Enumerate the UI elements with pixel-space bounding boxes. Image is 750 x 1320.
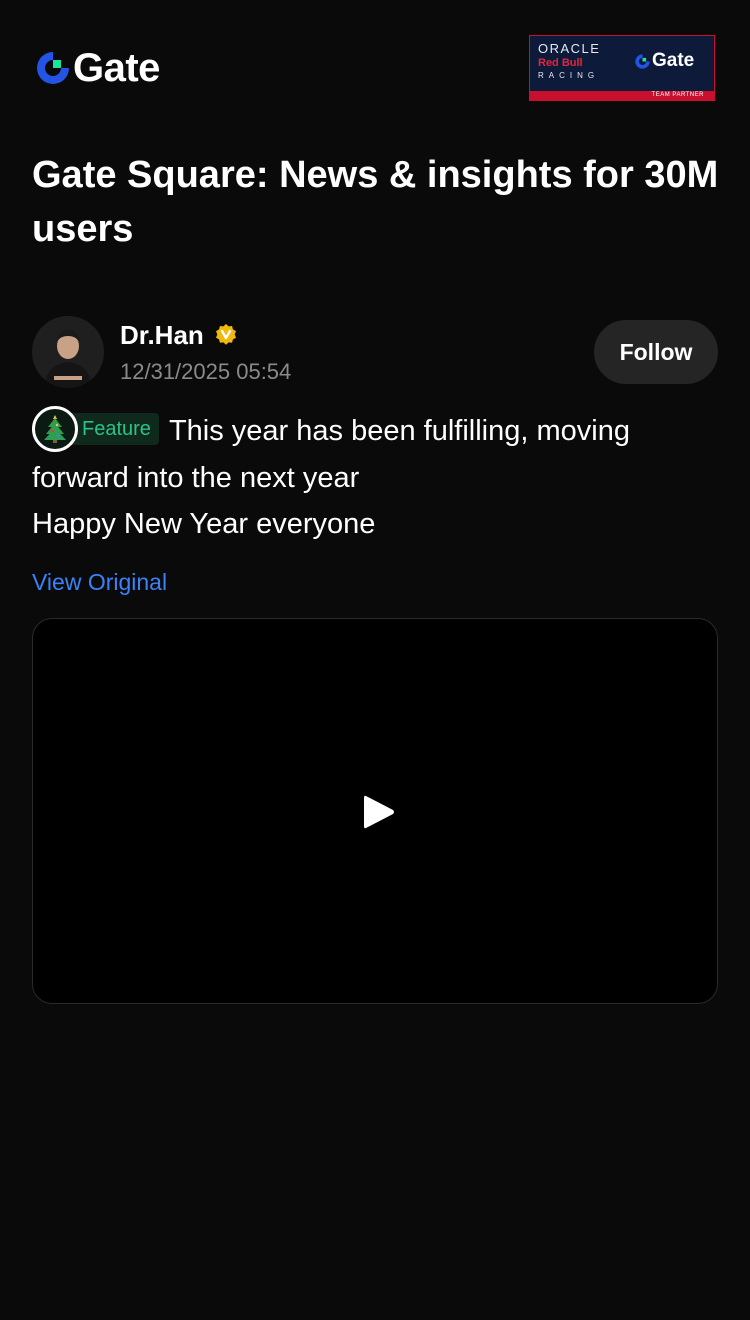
- page: Gate ORACLE Red Bull RACING Gate TEAM PA…: [0, 0, 750, 1320]
- post-body: Feature This year has been fulfilling, m…: [32, 406, 722, 547]
- gate-logo-icon: [635, 53, 650, 69]
- logo-text: Gate: [73, 46, 160, 90]
- header: Gate ORACLE Red Bull RACING Gate TEAM PA…: [0, 0, 750, 135]
- gate-logo-icon: [37, 52, 69, 84]
- post-text-line2: Happy New Year everyone: [32, 508, 376, 541]
- avatar-image: [32, 316, 104, 388]
- partner-banner[interactable]: ORACLE Red Bull RACING Gate TEAM PARTNER: [529, 35, 715, 101]
- play-icon: [364, 795, 394, 829]
- play-button[interactable]: [359, 791, 399, 833]
- author-name[interactable]: Dr.Han: [120, 318, 204, 352]
- partner-team: ORACLE Red Bull RACING: [538, 42, 630, 81]
- feature-badge[interactable]: Feature: [32, 406, 159, 453]
- christmas-tree-icon: [44, 415, 66, 444]
- post-date: 12/31/2025 05:54: [120, 359, 292, 384]
- gate-logo[interactable]: Gate: [34, 46, 160, 90]
- partner-gate-text: Gate: [652, 50, 695, 71]
- partner-line-racing: RACING: [538, 71, 600, 80]
- author-name-row: Dr.Han: [120, 318, 238, 352]
- view-original-link[interactable]: View Original: [32, 565, 167, 599]
- badge-circle: [32, 406, 78, 453]
- follow-button[interactable]: Follow: [594, 320, 718, 384]
- partner-bar: TEAM PARTNER: [530, 91, 714, 100]
- author-avatar[interactable]: [32, 316, 104, 388]
- partner-line-redbull: Red Bull: [538, 57, 583, 69]
- page-title: Gate Square: News & insights for 30M use…: [32, 154, 719, 250]
- partner-line-oracle: ORACLE: [538, 41, 601, 56]
- partner-gate-brand: Gate: [634, 50, 694, 72]
- video-player[interactable]: [32, 618, 718, 1004]
- feature-label: Feature: [68, 413, 159, 446]
- verified-badge-icon: [215, 324, 236, 345]
